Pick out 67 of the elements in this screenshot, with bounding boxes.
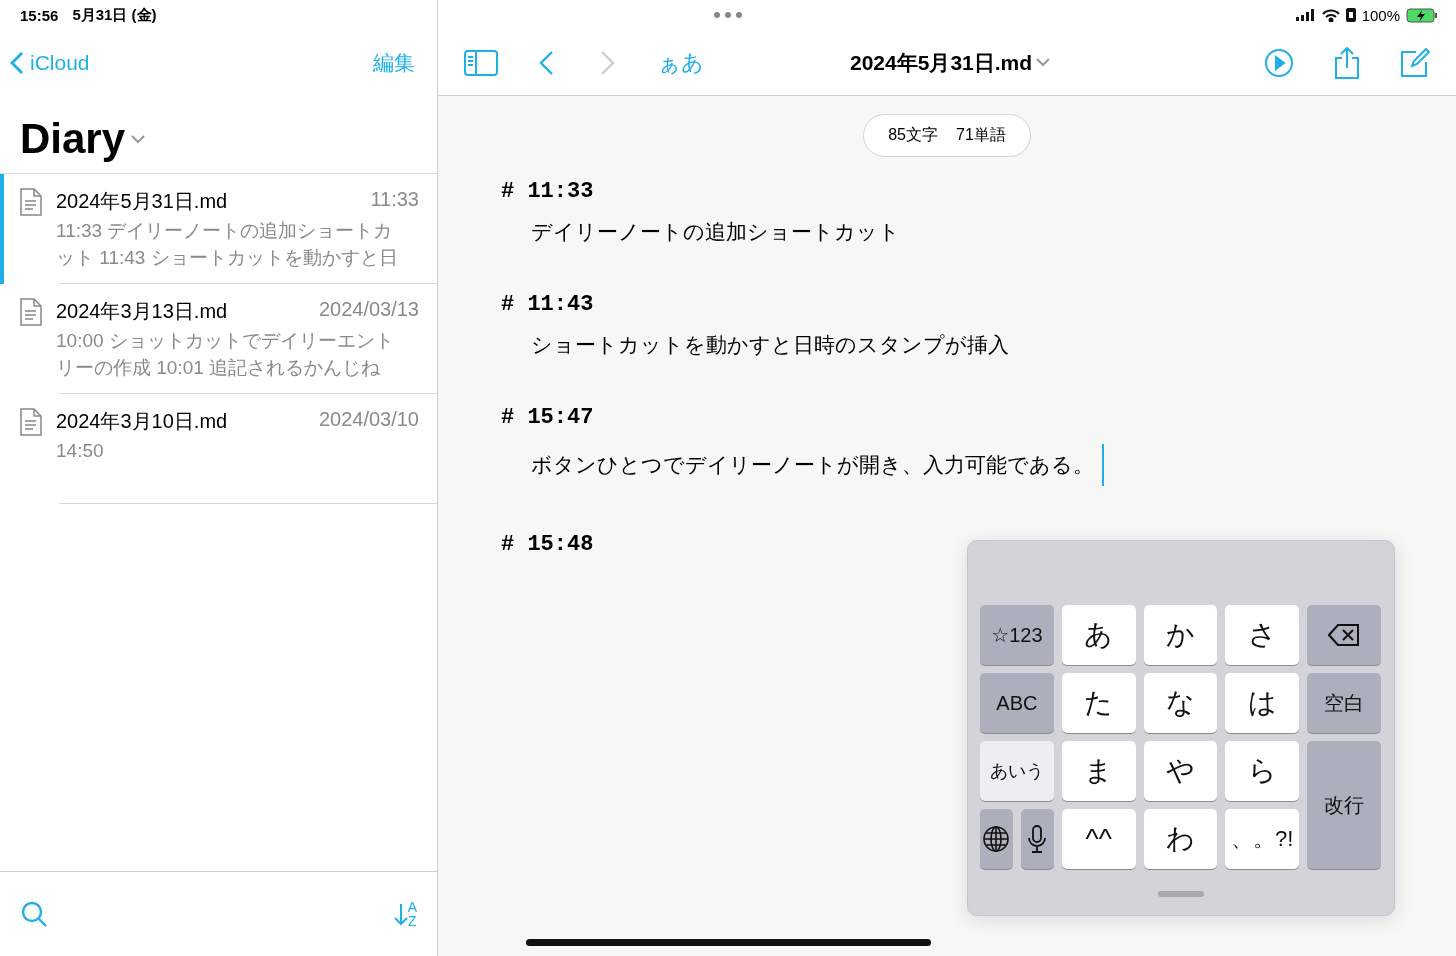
globe-key[interactable] xyxy=(980,809,1013,869)
keyboard-key[interactable]: あいう xyxy=(980,741,1054,801)
keyboard-key[interactable]: わ xyxy=(1143,809,1218,869)
file-preview: 14:50 xyxy=(56,439,105,463)
markdown-heading: # 15:47 xyxy=(501,405,595,430)
status-time: 15:56 xyxy=(20,6,59,24)
keyboard-key[interactable]: ABC xyxy=(980,673,1054,733)
microphone-key[interactable] xyxy=(1020,809,1054,869)
file-preview: 10:00 ショットカットでデイリーエントリーの作成 10:01 追記されるかんじね xyxy=(56,329,395,380)
word-count: 71単語 xyxy=(956,125,1006,145)
markdown-heading: # 15:48 xyxy=(501,532,595,557)
file-name: 2024年3月13日.md xyxy=(56,299,228,324)
chevron-left-icon xyxy=(10,50,24,75)
return-key[interactable]: 改行 xyxy=(1307,741,1381,869)
battery-charging-icon xyxy=(1406,7,1438,23)
keyboard-key[interactable]: や xyxy=(1143,741,1218,801)
chevron-down-icon[interactable] xyxy=(131,134,146,144)
keyboard-key[interactable]: ^^ xyxy=(1061,809,1136,869)
battery-percentage: 100% xyxy=(1361,6,1400,24)
play-button[interactable] xyxy=(1264,47,1294,78)
keyboard-key[interactable]: さ xyxy=(1225,605,1300,665)
paragraph-text: ショートカットを動かすと日時のスタンプが挿入 xyxy=(531,332,1009,358)
keyboard-key[interactable]: た xyxy=(1061,673,1136,733)
markdown-heading: # 11:33 xyxy=(501,179,595,204)
delete-key[interactable] xyxy=(1307,605,1381,665)
keyboard-key[interactable]: か xyxy=(1143,605,1218,665)
keyboard-key[interactable]: ま xyxy=(1061,741,1136,801)
back-button[interactable] xyxy=(538,49,554,76)
compose-button[interactable] xyxy=(1400,47,1430,78)
document-icon xyxy=(20,188,42,216)
keyboard-key[interactable]: ら xyxy=(1225,741,1300,801)
status-date: 5月31日 (金) xyxy=(72,5,157,25)
file-date: 11:33 xyxy=(370,188,419,212)
file-name: 2024年3月10日.md xyxy=(56,409,228,434)
file-date: 2024/03/13 xyxy=(318,298,419,322)
multitasking-dots-icon[interactable] xyxy=(713,11,743,19)
keyboard-handle[interactable] xyxy=(1157,891,1204,897)
search-icon[interactable] xyxy=(20,900,48,928)
globe-icon xyxy=(982,825,1011,853)
forward-button[interactable] xyxy=(600,49,616,76)
paragraph-text: ボタンひとつでデイリーノートが開き、入力可能である。 xyxy=(531,452,1094,478)
file-list-item[interactable]: 2024年5月31日.md 11:33 11:33 デイリーノートの追加ショートカット 11:43 ショートカットを動かすと日 xyxy=(0,174,437,284)
file-preview: 11:33 デイリーノートの追加ショートカット 11:43 ショートカットを動かすと日 xyxy=(56,219,399,270)
sidebar-toggle-button[interactable] xyxy=(464,49,498,76)
keyboard-key[interactable]: ☆123 xyxy=(980,605,1054,665)
microphone-icon xyxy=(1027,824,1048,854)
wifi-icon xyxy=(1321,8,1340,22)
chevron-down-icon xyxy=(1036,58,1051,67)
keyboard-key[interactable]: は xyxy=(1225,673,1300,733)
file-name: 2024年5月31日.md xyxy=(56,189,228,214)
folder-title: Diary xyxy=(20,115,126,163)
keyboard-key[interactable]: な xyxy=(1143,673,1218,733)
file-list-item[interactable]: 2024年3月13日.md 2024/03/13 10:00 ショットカットでデイリーエントリーの作成 10:01 追記されるかんじね xyxy=(0,284,437,394)
paragraph-text: デイリーノートの追加ショートカット xyxy=(531,219,900,245)
file-list-item[interactable]: 2024年3月10日.md 2024/03/10 14:50 xyxy=(0,394,437,504)
keyboard-key[interactable]: あ xyxy=(1061,605,1136,665)
document-icon xyxy=(20,298,42,326)
character-count: 85文字 xyxy=(888,125,938,145)
delete-icon xyxy=(1328,623,1361,647)
file-date: 2024/03/10 xyxy=(318,408,419,432)
keyboard-key[interactable]: 空白 xyxy=(1307,673,1381,733)
signal-icon xyxy=(1295,9,1316,21)
document-icon xyxy=(20,408,42,436)
markdown-heading: # 11:43 xyxy=(501,292,595,317)
document-title-button[interactable]: 2024年5月31日.md xyxy=(844,47,1057,78)
keyboard-key[interactable]: 、。?! xyxy=(1225,809,1300,869)
share-button[interactable] xyxy=(1334,46,1360,79)
